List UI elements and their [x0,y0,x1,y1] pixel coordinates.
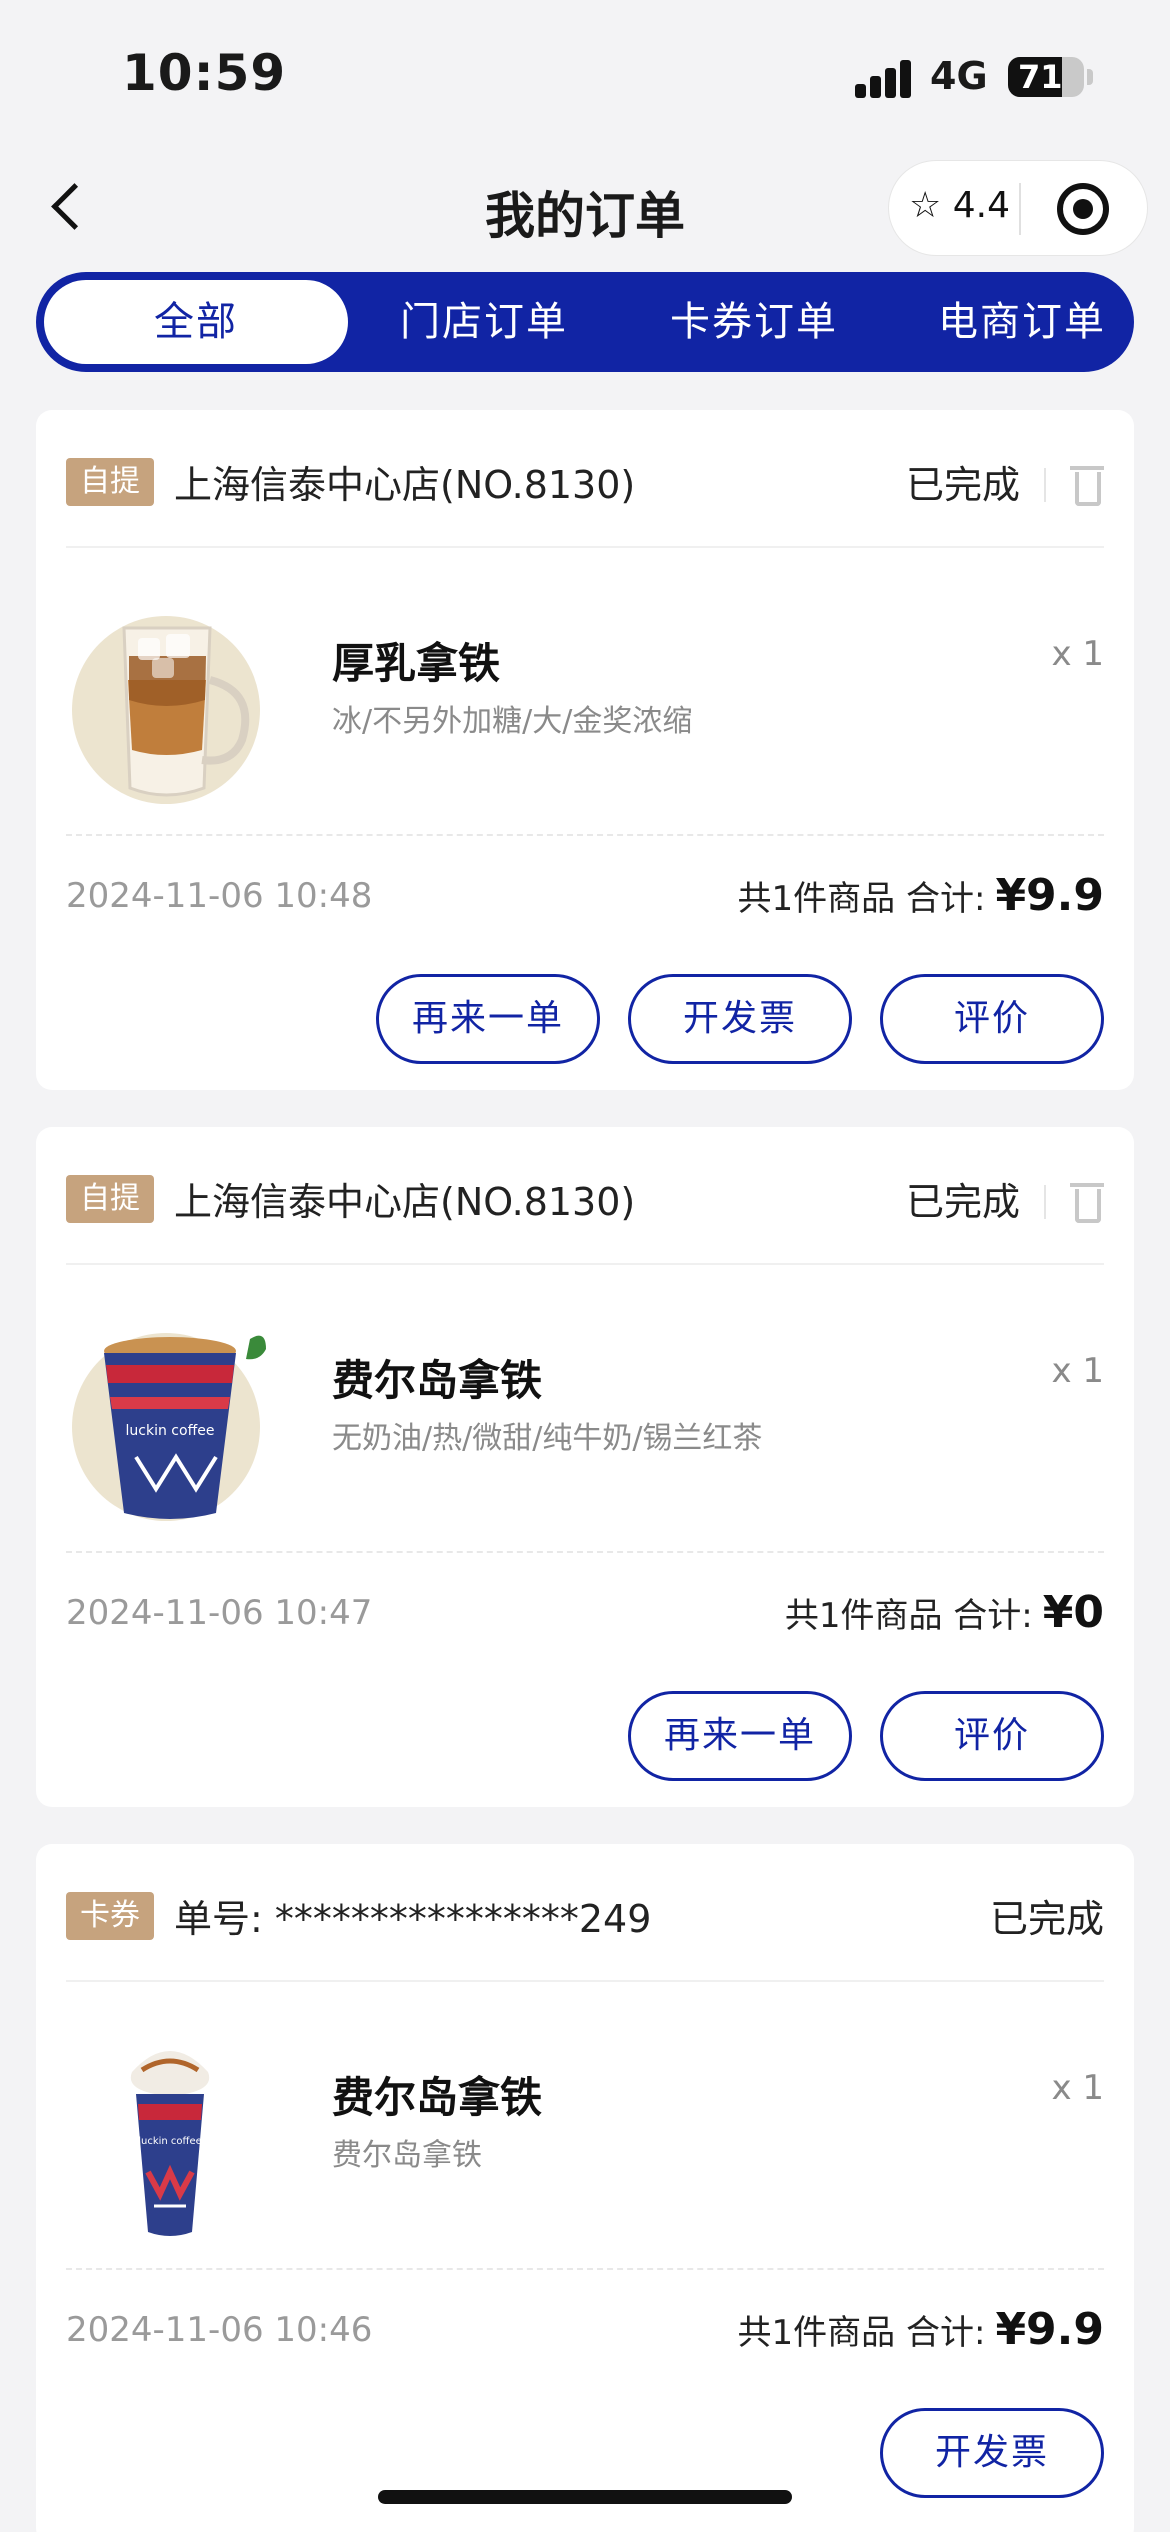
rating-button[interactable]: ☆ 4.4 [909,185,1010,226]
product-quantity: x 1 [1051,634,1104,674]
product-image: luckin coffee [66,2034,276,2244]
order-type-tag: 自提 [66,1175,154,1223]
header-divider-line [66,1980,1104,1982]
header-divider-line [66,546,1104,548]
order-card[interactable]: 自提 上海信泰中心店(NO.8130) 已完成 厚乳拿铁 冰/不另外加糖/大/金… [36,410,1134,1090]
battery-icon: 71 [1008,57,1084,97]
review-button[interactable]: 评价 [880,1691,1104,1781]
record-icon[interactable] [1057,183,1109,235]
order-price: ¥9.9 [995,870,1104,921]
network-type: 4G [930,54,988,98]
tab-store-orders[interactable]: 门店订单 [352,272,616,372]
dashed-divider [66,2268,1104,2270]
order-header: 卡券 单号: ****************249 已完成 [66,1872,1104,1952]
order-header: 自提 上海信泰中心店(NO.8130) 已完成 [66,1155,1104,1235]
total-label: 共1件商品 合计: [737,2313,986,2353]
product-quantity: x 1 [1051,2068,1104,2108]
invoice-button[interactable]: 开发票 [628,974,852,1064]
product-name: 费尔岛拿铁 [332,2073,543,2122]
status-bar: 10:59 4G 71 [0,0,1170,150]
nav-bar: 我的订单 ☆ 4.4 [0,150,1170,270]
svg-text:luckin coffee: luckin coffee [126,1423,215,1439]
capsule-divider [1019,183,1021,235]
invoice-button[interactable]: 开发票 [880,2408,1104,2498]
reorder-button[interactable]: 再来一单 [628,1691,852,1781]
tab-coupon-orders[interactable]: 卡券订单 [622,272,886,372]
product-item[interactable]: luckin coffee 费尔岛拿铁 费尔岛拿铁 x 1 [66,2004,1104,2244]
order-type-tag: 卡券 [66,1892,154,1940]
order-status: 已完成 [989,1897,1104,1941]
dashed-divider [66,834,1104,836]
tab-ecommerce-orders[interactable]: 电商订单 [890,272,1154,372]
order-total: 共1件商品 合计: ¥9.9 [738,870,1104,921]
header-divider-line [66,1263,1104,1265]
order-tabs: 全部 门店订单 卡券订单 电商订单 [36,272,1134,372]
product-name: 费尔岛拿铁 [332,1356,543,1405]
home-indicator [378,2490,792,2504]
order-time: 2024-11-06 10:47 [66,1593,373,1633]
product-spec: 费尔岛拿铁 [332,2138,482,2173]
order-card[interactable]: 卡券 单号: ****************249 已完成 luckin co… [36,1844,1134,2532]
order-total: 共1件商品 合计: ¥9.9 [738,2304,1104,2355]
battery-percent: 71 [1018,58,1063,96]
product-item[interactable]: 厚乳拿铁 冰/不另外加糖/大/金奖浓缩 x 1 [66,570,1104,810]
tab-all[interactable]: 全部 [44,280,348,364]
order-time: 2024-11-06 10:46 [66,2310,373,2350]
product-item[interactable]: luckin coffee 费尔岛拿铁 无奶油/热/微甜/纯牛奶/锡兰红茶 x … [66,1287,1104,1527]
total-label: 共1件商品 合计: [784,1596,1033,1636]
signal-icon [855,60,913,98]
order-price: ¥9.9 [995,2304,1104,2355]
order-status: 已完成 [905,463,1020,507]
product-quantity: x 1 [1051,1351,1104,1391]
svg-text:luckin coffee: luckin coffee [138,2136,202,2147]
product-spec: 无奶油/热/微甜/纯牛奶/锡兰红茶 [332,1421,763,1456]
order-status: 已完成 [905,1180,1020,1224]
battery-cap [1087,69,1093,85]
mini-program-capsule: ☆ 4.4 [888,160,1148,256]
store-name: 上海信泰中心店(NO.8130) [174,463,636,507]
status-time: 10:59 [122,44,287,102]
store-name: 单号: ****************249 [174,1897,652,1941]
product-image: luckin coffee [66,1317,276,1527]
order-card[interactable]: 自提 上海信泰中心店(NO.8130) 已完成 luckin coffee 费尔… [36,1127,1134,1807]
review-button[interactable]: 评价 [880,974,1104,1064]
product-spec: 冰/不另外加糖/大/金奖浓缩 [332,704,693,739]
order-type-tag: 自提 [66,458,154,506]
total-label: 共1件商品 合计: [737,879,986,919]
header-divider [1044,468,1046,502]
trash-icon[interactable] [1070,1179,1104,1223]
dashed-divider [66,1551,1104,1553]
reorder-button[interactable]: 再来一单 [376,974,600,1064]
order-total: 共1件商品 合计: ¥0 [785,1587,1104,1638]
trash-icon[interactable] [1070,462,1104,506]
order-header: 自提 上海信泰中心店(NO.8130) 已完成 [66,438,1104,518]
order-price: ¥0 [1042,1587,1104,1638]
product-name: 厚乳拿铁 [332,639,501,688]
store-name: 上海信泰中心店(NO.8130) [174,1180,636,1224]
order-time: 2024-11-06 10:48 [66,876,373,916]
header-divider [1044,1185,1046,1219]
product-image [66,600,276,810]
